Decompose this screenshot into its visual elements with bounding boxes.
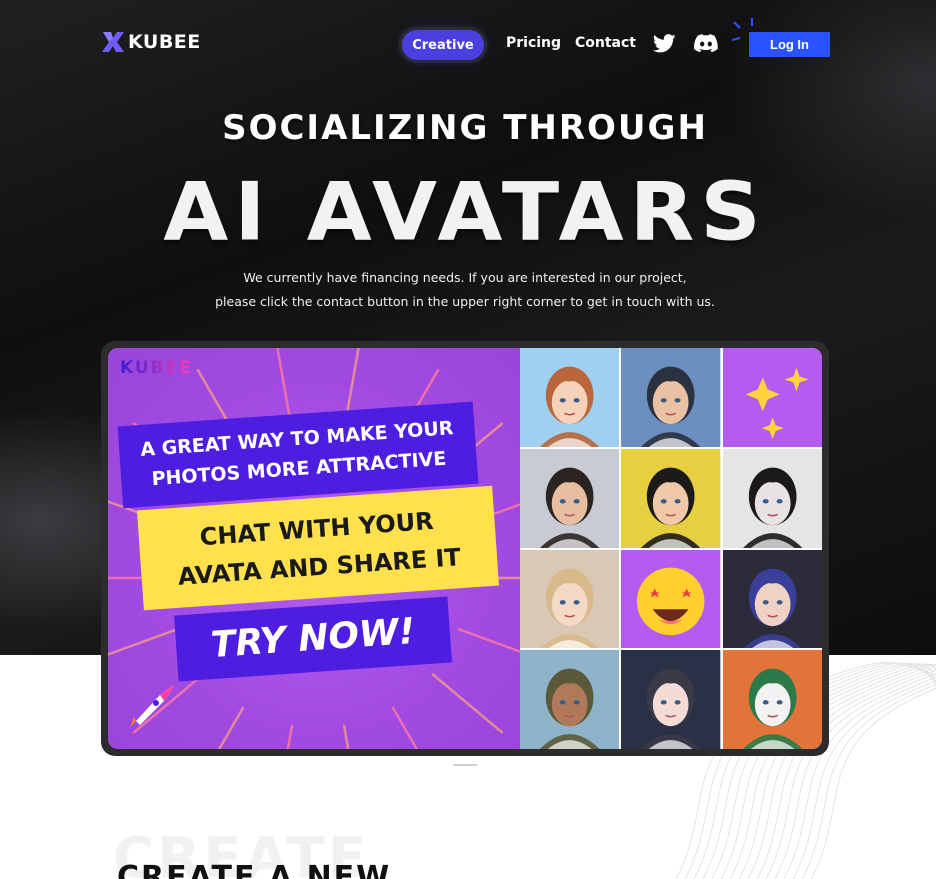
- avatar-tile: [621, 650, 721, 749]
- sparkle-stars-icon: [722, 348, 822, 447]
- avatar-portrait-icon: [722, 448, 822, 548]
- avatar-tile: [621, 448, 721, 548]
- hero-description-line-1: We currently have financing needs. If yo…: [243, 270, 687, 285]
- hero-title: AI AVATARS: [163, 165, 767, 259]
- avatar-tile: [722, 650, 822, 749]
- discord-icon[interactable]: [694, 34, 718, 53]
- section-title: CREATE A NEW: [117, 860, 392, 879]
- star-eyes-emoji-icon: [621, 549, 721, 649]
- nav-contact-link[interactable]: Contact: [575, 35, 636, 51]
- kubee-logo-icon: [102, 32, 124, 52]
- avatar-portrait-icon: [722, 549, 822, 649]
- avatar-tile: [520, 448, 620, 548]
- avatar-portrait-icon: [722, 650, 822, 749]
- twitter-icon[interactable]: [653, 34, 676, 53]
- avatar-tile: [520, 650, 620, 749]
- banner-promo-panel: KUBEE A GREAT WAY TO MAKE YOUR PHOTOS MO…: [108, 348, 520, 749]
- logo[interactable]: KUBEE: [100, 29, 201, 55]
- avatar-portrait-icon: [520, 549, 620, 649]
- banner-frame: KUBEE A GREAT WAY TO MAKE YOUR PHOTOS MO…: [101, 341, 829, 756]
- avatar-portrait-icon: [621, 348, 721, 447]
- hero-description-line-2: please click the contact button in the u…: [215, 294, 715, 309]
- nav-creative-button[interactable]: Creative: [402, 30, 484, 60]
- avatar-tile: [621, 348, 721, 447]
- avatar-tile: [722, 448, 822, 548]
- logo-text: KUBEE: [128, 31, 201, 53]
- carousel-indicator[interactable]: [453, 764, 477, 766]
- avatar-grid: [520, 348, 822, 749]
- promo-banner[interactable]: KUBEE A GREAT WAY TO MAKE YOUR PHOTOS MO…: [108, 348, 822, 749]
- emoji-tile: [621, 549, 721, 649]
- avatar-portrait-icon: [621, 650, 721, 749]
- avatar-portrait-icon: [621, 448, 721, 548]
- avatar-portrait-icon: [520, 650, 620, 749]
- avatar-tile: [520, 549, 620, 649]
- rocket-icon: [130, 685, 174, 727]
- nav-pricing-link[interactable]: Pricing: [506, 35, 561, 51]
- avatar-portrait-icon: [520, 348, 620, 447]
- sparkles-tile: [722, 348, 822, 447]
- navbar: KUBEE Creative Pricing Contact Log In: [100, 18, 830, 62]
- avatar-portrait-icon: [520, 448, 620, 548]
- hero-subtitle: SOCIALIZING THROUGH: [222, 108, 708, 148]
- avatar-tile: [520, 348, 620, 447]
- banner-logo: KUBEE: [120, 358, 193, 378]
- login-button[interactable]: Log In: [749, 32, 830, 57]
- avatar-tile: [722, 549, 822, 649]
- hero-description: We currently have financing needs. If yo…: [0, 266, 930, 314]
